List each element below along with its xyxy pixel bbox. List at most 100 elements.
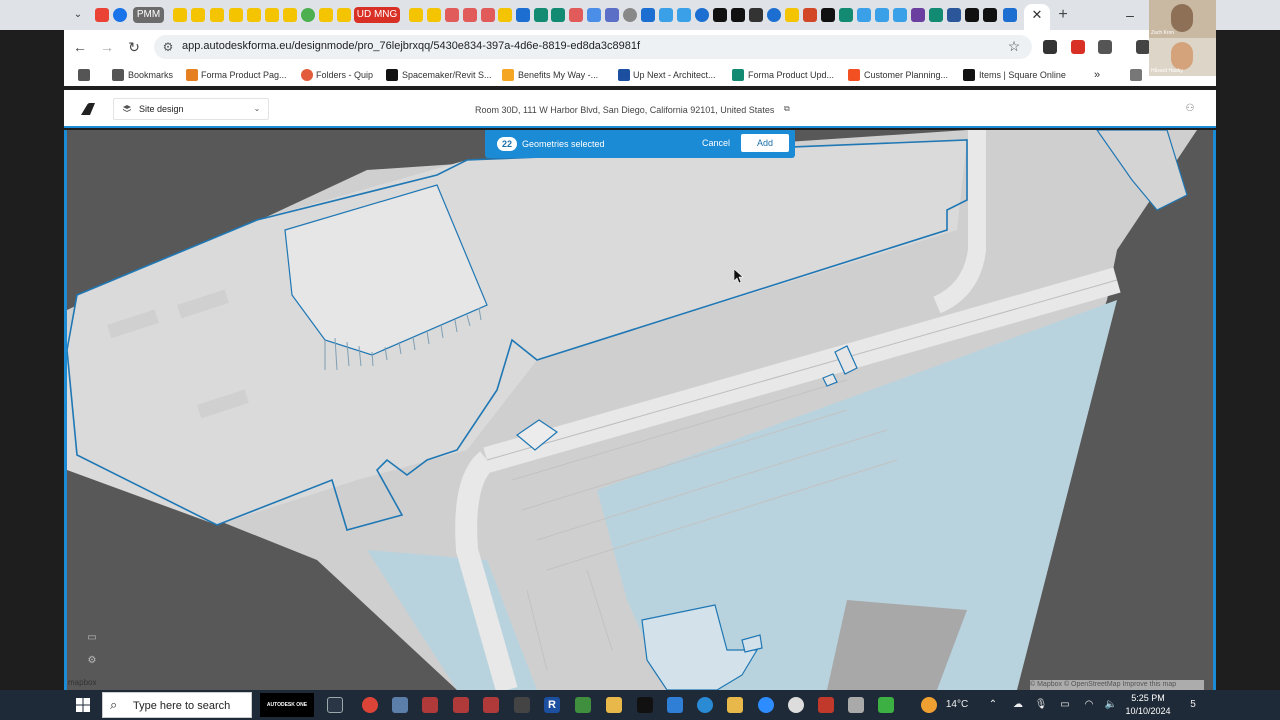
apps-grid-icon[interactable]	[78, 69, 90, 81]
tab-confluence[interactable]	[1003, 8, 1017, 22]
tab-zoom[interactable]	[767, 8, 781, 22]
camtasia-icon[interactable]	[878, 697, 894, 713]
tab-miro[interactable]	[785, 8, 799, 22]
tab-miro[interactable]	[191, 8, 205, 22]
zoom-icon[interactable]	[758, 697, 774, 713]
onedrive-icon[interactable]: ☁	[1010, 698, 1026, 712]
close-tab-icon[interactable]: ✕	[1029, 7, 1045, 23]
extension-icon[interactable]	[1043, 40, 1057, 54]
taskbar-app-icon[interactable]	[667, 697, 683, 713]
tab-miro[interactable]	[319, 8, 333, 22]
tab-word[interactable]	[947, 8, 961, 22]
bookmark-item[interactable]: Up Next - Architect...	[633, 68, 716, 82]
taskbar-app-icon[interactable]	[453, 697, 469, 713]
tab-autodesk[interactable]	[821, 8, 835, 22]
tab-app[interactable]	[749, 8, 763, 22]
tab-autodesk[interactable]	[983, 8, 997, 22]
tab-app[interactable]	[875, 8, 889, 22]
collaborators-icon[interactable]: ⚇	[1183, 103, 1197, 115]
tab-miro[interactable]	[173, 8, 187, 22]
bookmark-item[interactable]: Forma Product Upd...	[748, 68, 834, 82]
tab-zoom[interactable]	[695, 8, 709, 22]
tab-app[interactable]	[677, 8, 691, 22]
url-text[interactable]: app.autodeskforma.eu/designmode/pro_76le…	[182, 40, 642, 54]
tab-office[interactable]	[803, 8, 817, 22]
tab-miro[interactable]	[229, 8, 243, 22]
windows-start-icon[interactable]	[76, 698, 90, 712]
tab-autodesk[interactable]	[731, 8, 745, 22]
tab-monday[interactable]	[445, 8, 459, 22]
forma-logo-icon[interactable]	[81, 103, 95, 115]
tab-web[interactable]	[623, 8, 637, 22]
tab-grammarly[interactable]	[301, 8, 315, 22]
tab-app[interactable]	[659, 8, 673, 22]
calculator-icon[interactable]	[392, 697, 408, 713]
system-clock[interactable]: 5:25 PM 10/10/2024	[1124, 692, 1172, 718]
bookmark-item[interactable]: Spacemaker/Revit S...	[402, 68, 492, 82]
taskbar-app-icon[interactable]	[422, 697, 438, 713]
tab-autodesk[interactable]	[713, 8, 727, 22]
acrobat-icon[interactable]	[818, 697, 834, 713]
bookmark-item[interactable]: Folders - Quip	[316, 68, 373, 82]
tab-sharepoint[interactable]	[641, 8, 655, 22]
tab-app[interactable]	[893, 8, 907, 22]
tab-monday[interactable]	[463, 8, 477, 22]
tab-chat[interactable]	[113, 8, 127, 22]
tab-search-chevron-icon[interactable]: ⌄	[68, 6, 88, 24]
tab-gmail[interactable]	[95, 8, 109, 22]
edit-address-icon[interactable]: ⧉	[784, 104, 794, 114]
microphone-icon[interactable]: 🎙	[1034, 698, 1048, 712]
extensions-puzzle-icon[interactable]	[1098, 40, 1112, 54]
map-settings-gear-icon[interactable]: ⚙	[86, 655, 98, 667]
reload-icon[interactable]: ↻	[125, 38, 143, 56]
tab-miro[interactable]	[498, 8, 512, 22]
temperature[interactable]: 14°C	[940, 698, 974, 712]
tab-sharepoint[interactable]	[534, 8, 548, 22]
download-icon[interactable]	[1136, 40, 1150, 54]
bookmark-item[interactable]: Items | Square Online	[979, 68, 1066, 82]
file-explorer-icon[interactable]	[606, 697, 622, 713]
taskbar-app-icon[interactable]	[575, 697, 591, 713]
tab-x[interactable]	[605, 8, 619, 22]
tab-monday[interactable]	[481, 8, 495, 22]
taskbar-app-icon[interactable]	[514, 697, 530, 713]
tab-miro[interactable]	[337, 8, 351, 22]
map-canvas[interactable]	[64, 130, 1216, 690]
tab-group-pmm[interactable]: PMM	[133, 7, 164, 23]
forward-arrow-icon[interactable]: →	[98, 38, 116, 56]
bookmark-item[interactable]: Customer Planning...	[864, 68, 948, 82]
site-map[interactable]	[67, 130, 1216, 690]
tab-miro[interactable]	[247, 8, 261, 22]
tab-monday[interactable]	[569, 8, 583, 22]
tab-confluence[interactable]	[516, 8, 530, 22]
wifi-icon[interactable]: ◠	[1082, 698, 1096, 712]
taskbar-app-icon[interactable]	[848, 697, 864, 713]
autodesk-icon[interactable]	[637, 697, 653, 713]
tray-chevron-up-icon[interactable]: ⌃	[987, 698, 999, 712]
tab-audit[interactable]	[911, 8, 925, 22]
new-tab-plus-icon[interactable]: +	[1054, 6, 1072, 24]
taskbar-app-icon[interactable]	[483, 697, 499, 713]
bookmark-item[interactable]: Forma Product Pag...	[201, 68, 287, 82]
tab-sharepoint[interactable]	[839, 8, 853, 22]
taskbar-app-icon[interactable]	[727, 697, 743, 713]
map-layer-icon[interactable]: ▭	[86, 632, 98, 644]
tab-miro[interactable]	[427, 8, 441, 22]
map-attribution[interactable]: © Mapbox © OpenStreetMap Improve this ma…	[1030, 680, 1204, 690]
notification-count[interactable]: 5	[1184, 698, 1202, 712]
tab-group-ud-mng[interactable]: UD MNG	[354, 7, 400, 23]
chrome-icon[interactable]	[362, 697, 378, 713]
back-arrow-icon[interactable]: ←	[71, 38, 89, 56]
minimize-icon[interactable]: –	[1121, 6, 1139, 24]
tab-miro[interactable]	[283, 8, 297, 22]
tab-miro[interactable]	[210, 8, 224, 22]
bookmark-star-icon[interactable]: ☆	[1006, 38, 1022, 54]
tab-sharepoint[interactable]	[551, 8, 565, 22]
more-bookmarks-chevron-icon[interactable]: »	[1094, 68, 1100, 82]
slack-icon[interactable]	[788, 697, 804, 713]
tab-app[interactable]	[857, 8, 871, 22]
tab-autodesk[interactable]	[965, 8, 979, 22]
site-info-icon[interactable]: ⚙	[160, 38, 176, 56]
battery-icon[interactable]: ▭	[1058, 698, 1072, 712]
task-view-icon[interactable]	[327, 697, 343, 713]
